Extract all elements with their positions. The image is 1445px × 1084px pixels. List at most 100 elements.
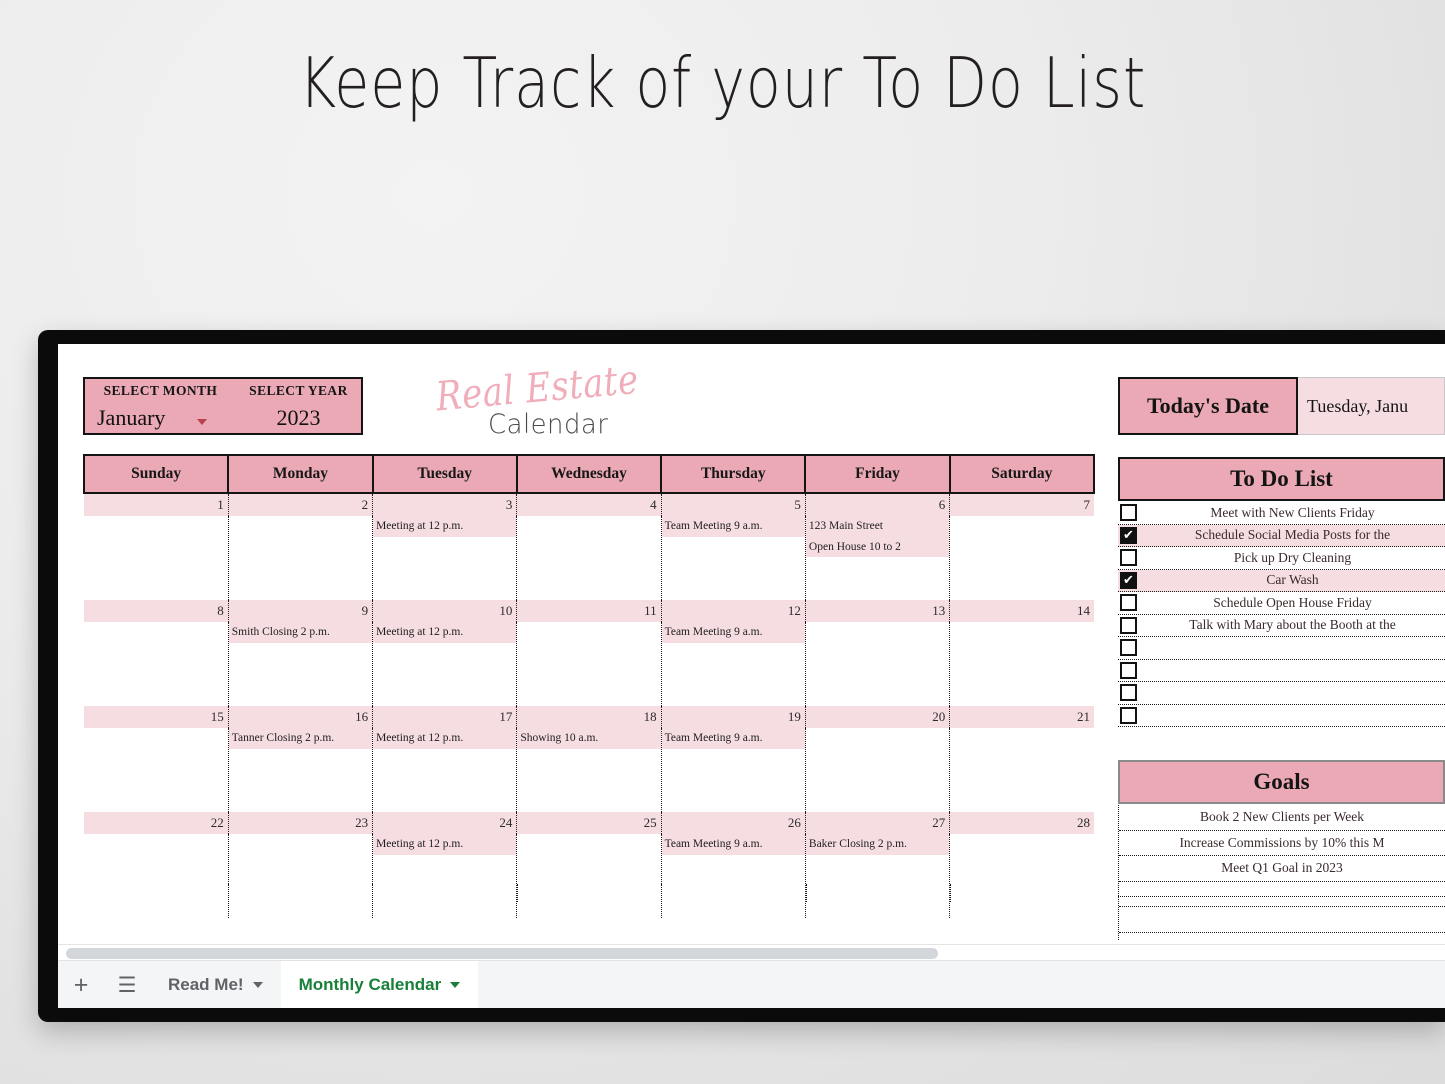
checkbox-unchecked-icon[interactable]: ✔ [1120,706,1137,724]
calendar-day-number[interactable]: 19 [661,706,806,728]
calendar-day-cell[interactable] [516,516,662,600]
calendar-day-cell[interactable]: Meeting at 12 p.m. [372,728,518,812]
calendar-event[interactable]: Meeting at 12 p.m. [373,516,517,537]
chevron-down-icon[interactable] [197,418,208,425]
calendar-day-number[interactable]: 8 [84,600,229,622]
todo-item[interactable]: ✔ Schedule Open House Friday [1118,592,1445,615]
calendar-day-number[interactable]: 5 [661,493,806,516]
checkbox-unchecked-icon[interactable]: ✔ [1120,661,1137,679]
calendar-day-cell[interactable]: Showing 10 a.m. [516,728,662,812]
horizontal-scrollbar-thumb[interactable] [66,948,938,959]
month-year-selector[interactable]: SELECT MONTH SELECT YEAR January 2023 [83,377,363,435]
year-value[interactable]: 2023 [236,405,361,431]
checkbox-unchecked-icon[interactable]: ✔ [1120,549,1137,567]
month-dropdown[interactable]: January [85,405,236,431]
calendar-event[interactable]: Team Meeting 9 a.m. [661,622,805,643]
horizontal-scrollbar-track[interactable] [58,944,1445,961]
checkbox-unchecked-icon[interactable]: ✔ [1120,639,1137,657]
calendar-day-cell[interactable] [805,728,951,812]
calendar-day-number[interactable]: 23 [228,812,374,834]
calendar-day-cell[interactable] [949,622,1094,706]
todo-item[interactable]: ✔ Schedule Social Media Posts for the [1118,524,1445,547]
calendar-event[interactable]: Meeting at 12 p.m. [373,834,517,855]
calendar-day-cell[interactable] [228,516,374,600]
calendar-day-cell[interactable] [949,728,1094,812]
calendar-day-number[interactable]: 21 [949,706,1094,728]
checkbox-unchecked-icon[interactable]: ✔ [1120,684,1137,702]
calendar-day-number[interactable]: 26 [661,812,806,834]
calendar-day-number[interactable]: 18 [516,706,662,728]
goal-item[interactable] [1119,907,1445,933]
calendar-event[interactable]: Team Meeting 9 a.m. [661,516,805,537]
calendar-event[interactable]: 123 Main Street [805,516,950,537]
calendar-day-cell[interactable]: Team Meeting 9 a.m. [661,516,806,600]
calendar-day-cell[interactable] [84,622,229,706]
todo-item[interactable]: ✔ [1118,660,1445,682]
calendar-day-cell[interactable] [805,622,951,706]
calendar-day-cell[interactable]: Meeting at 12 p.m. [372,622,518,706]
calendar-day-cell[interactable]: Tanner Closing 2 p.m. [228,728,374,812]
calendar-event[interactable]: Open House 10 to 2 [805,536,950,558]
calendar-event[interactable]: Showing 10 a.m. [517,728,661,749]
goal-item[interactable] [1119,933,1445,942]
calendar-day-number[interactable]: 27 [805,812,951,834]
calendar-day-number[interactable]: 22 [84,812,229,834]
todo-item[interactable]: ✔ [1118,682,1445,705]
calendar-day-number[interactable]: 3 [372,493,518,516]
calendar-day-cell[interactable] [949,516,1094,600]
sheet-tab-monthly-calendar[interactable]: Monthly Calendar [280,961,479,1008]
checkbox-unchecked-icon[interactable]: ✔ [1120,504,1137,522]
checkbox-checked-icon[interactable]: ✔ [1120,571,1137,589]
calendar-day-number[interactable]: 25 [516,812,662,834]
calendar-day-cell[interactable] [84,516,229,600]
calendar-event[interactable]: Tanner Closing 2 p.m. [228,728,373,749]
checkbox-unchecked-icon[interactable]: ✔ [1120,594,1137,612]
calendar-day-number[interactable]: 7 [949,493,1094,516]
todo-item[interactable]: ✔ Pick up Dry Cleaning [1118,547,1445,570]
calendar-day-cell[interactable]: 123 Main Street Open House 10 to 2 [805,516,951,600]
calendar-day-cell[interactable]: Team Meeting 9 a.m. [661,728,806,812]
chevron-down-icon[interactable] [450,982,461,988]
checkbox-checked-icon[interactable]: ✔ [1120,526,1137,544]
calendar-day-number[interactable]: 6 [805,493,951,516]
calendar-day-number[interactable]: 17 [372,706,518,728]
calendar-event[interactable]: Team Meeting 9 a.m. [661,728,805,749]
calendar-day-number[interactable]: 28 [949,812,1094,834]
goal-item[interactable]: Increase Commissions by 10% this M [1119,831,1445,856]
calendar-day-number[interactable]: 2 [228,493,374,516]
calendar-day-cell[interactable]: Team Meeting 9 a.m. [661,622,806,706]
calendar-day-number[interactable]: 10 [372,600,518,622]
calendar-event[interactable]: Meeting at 12 p.m. [373,728,517,749]
calendar-day-cell[interactable] [516,622,662,706]
add-sheet-icon[interactable]: + [58,961,104,1008]
calendar-day-cell[interactable] [84,728,229,812]
goal-item[interactable]: Meet Q1 Goal in 2023 [1119,856,1445,882]
sheet-tab-read-me[interactable]: Read Me! [150,961,281,1008]
calendar-event[interactable]: Baker Closing 2 p.m. [805,834,950,855]
calendar-event[interactable]: Smith Closing 2 p.m. [228,622,373,643]
calendar-day-number[interactable]: 1 [84,493,229,516]
calendar-event[interactable]: Meeting at 12 p.m. [373,622,517,643]
checkbox-unchecked-icon[interactable]: ✔ [1120,616,1137,634]
calendar-day-cell[interactable]: Meeting at 12 p.m. [372,516,518,600]
calendar-day-number[interactable]: 24 [372,812,518,834]
calendar-day-cell[interactable]: Smith Closing 2 p.m. [228,622,374,706]
calendar-day-number[interactable]: 15 [84,706,229,728]
calendar-event[interactable]: Team Meeting 9 a.m. [661,834,805,855]
todo-item[interactable]: ✔ Car Wash [1118,569,1445,592]
calendar-day-number[interactable]: 14 [949,600,1094,622]
todo-item[interactable]: ✔ Talk with Mary about the Booth at the [1118,615,1445,637]
calendar-day-number[interactable]: 13 [805,600,951,622]
calendar-day-number[interactable]: 9 [228,600,374,622]
calendar-day-number[interactable]: 11 [516,600,662,622]
todo-item[interactable]: ✔ [1118,705,1445,727]
calendar-day-number[interactable]: 16 [228,706,374,728]
goal-item[interactable] [1119,882,1445,907]
todo-item[interactable]: ✔ [1118,637,1445,660]
calendar-day-number[interactable]: 4 [516,493,662,516]
todo-item[interactable]: ✔ Meet with New Clients Friday [1118,502,1445,525]
calendar-day-number[interactable]: 12 [661,600,806,622]
chevron-down-icon[interactable] [252,982,263,988]
calendar-day-number[interactable]: 20 [805,706,951,728]
all-sheets-menu-icon[interactable]: ☰ [104,961,150,1008]
